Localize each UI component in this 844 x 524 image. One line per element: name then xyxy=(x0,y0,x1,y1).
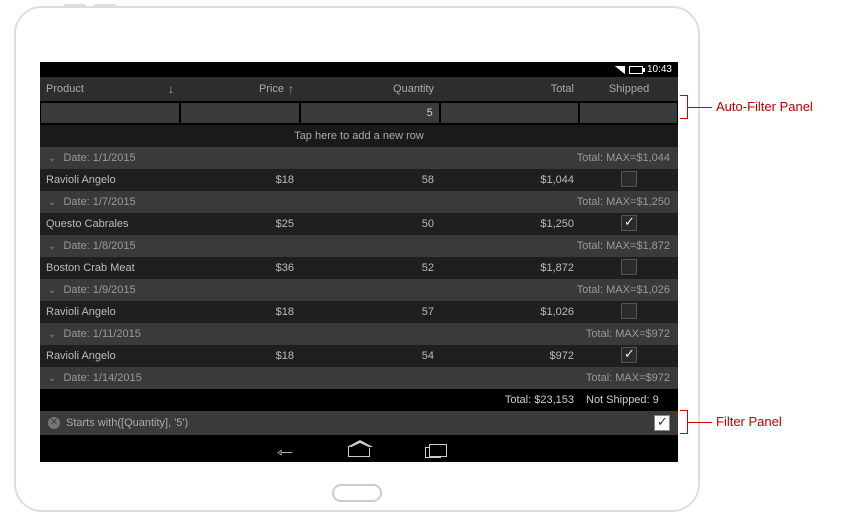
sort-asc-icon: ↑ xyxy=(288,82,294,96)
shipped-checkbox[interactable] xyxy=(621,303,637,319)
group-header[interactable]: ⌄ Date: 1/11/2015Total: MAX=$972 xyxy=(40,323,678,345)
filter-price[interactable] xyxy=(181,103,299,123)
chevron-down-icon: ⌄ xyxy=(48,241,56,252)
summary-notshipped: Not Shipped: 9 xyxy=(580,394,678,406)
filter-panel: ✕ Starts with([Quantity], '5') xyxy=(40,411,678,435)
filter-total[interactable] xyxy=(441,103,579,123)
cell-total: $972 xyxy=(440,350,580,362)
cell-total: $1,250 xyxy=(440,218,580,230)
cell-quantity: 57 xyxy=(300,306,440,318)
tablet-frame: 10:43 Product ↓ Price ↑ Quantity Total S… xyxy=(14,6,700,512)
table-row[interactable]: Questo Cabrales$2550$1,250 xyxy=(40,213,678,235)
group-header[interactable]: ⌄ Date: 1/1/2015Total: MAX=$1,044 xyxy=(40,147,678,169)
cell-quantity: 50 xyxy=(300,218,440,230)
chevron-down-icon: ⌄ xyxy=(48,329,56,340)
group-header[interactable]: ⌄ Date: 1/14/2015Total: MAX=$972 xyxy=(40,367,678,389)
filter-quantity[interactable]: 5 xyxy=(301,103,439,123)
cell-product: Boston Crab Meat xyxy=(40,262,180,274)
cell-price: $18 xyxy=(180,306,300,318)
filter-clear-icon[interactable]: ✕ xyxy=(48,417,60,429)
nav-home-icon[interactable] xyxy=(347,446,371,458)
nav-recent-icon[interactable] xyxy=(421,446,445,458)
summary-total: Total: $23,153 xyxy=(440,394,580,406)
cell-product: Ravioli Angelo xyxy=(40,350,180,362)
sort-desc-icon: ↓ xyxy=(168,82,174,96)
cell-price: $36 xyxy=(180,262,300,274)
android-nav-bar: ⇽ xyxy=(40,442,678,462)
cell-shipped xyxy=(580,303,678,322)
table-row[interactable]: Ravioli Angelo$1857$1,026 xyxy=(40,301,678,323)
table-row[interactable]: Ravioli Angelo$1858$1,044 xyxy=(40,169,678,191)
battery-icon xyxy=(629,66,643,74)
cell-shipped xyxy=(580,171,678,190)
add-new-row[interactable]: Tap here to add a new row xyxy=(40,125,678,147)
cell-shipped xyxy=(580,347,678,366)
cell-product: Ravioli Angelo xyxy=(40,174,180,186)
table-row[interactable]: Boston Crab Meat$3652$1,872 xyxy=(40,257,678,279)
shipped-checkbox[interactable] xyxy=(621,171,637,187)
cell-price: $18 xyxy=(180,350,300,362)
column-header-shipped[interactable]: Shipped xyxy=(580,83,678,95)
home-button[interactable] xyxy=(332,484,382,502)
cell-price: $25 xyxy=(180,218,300,230)
app-screen: 10:43 Product ↓ Price ↑ Quantity Total S… xyxy=(40,62,678,462)
auto-filter-row: 5 xyxy=(40,101,678,125)
status-bar: 10:43 xyxy=(40,62,678,77)
table-row[interactable]: Ravioli Angelo$1854$972 xyxy=(40,345,678,367)
filter-enabled-checkbox[interactable] xyxy=(654,415,670,431)
status-time: 10:43 xyxy=(647,64,672,75)
cell-shipped xyxy=(580,215,678,234)
cell-shipped xyxy=(580,259,678,278)
chevron-down-icon: ⌄ xyxy=(48,197,56,208)
cell-quantity: 54 xyxy=(300,350,440,362)
filter-shipped[interactable] xyxy=(580,103,677,123)
group-header[interactable]: ⌄ Date: 1/7/2015Total: MAX=$1,250 xyxy=(40,191,678,213)
shipped-checkbox[interactable] xyxy=(621,347,637,363)
grid-header: Product ↓ Price ↑ Quantity Total Shipped xyxy=(40,77,678,101)
filter-expression[interactable]: Starts with([Quantity], '5') xyxy=(66,417,188,429)
filter-product[interactable] xyxy=(41,103,179,123)
nav-back-icon[interactable]: ⇽ xyxy=(268,446,302,458)
signal-icon xyxy=(615,66,625,74)
shipped-checkbox[interactable] xyxy=(621,259,637,275)
chevron-down-icon: ⌄ xyxy=(48,153,56,164)
summary-row: Total: $23,153 Not Shipped: 9 xyxy=(40,389,678,411)
column-header-price[interactable]: Price ↑ xyxy=(180,82,300,96)
cell-total: $1,026 xyxy=(440,306,580,318)
cell-product: Ravioli Angelo xyxy=(40,306,180,318)
group-header[interactable]: ⌄ Date: 1/9/2015Total: MAX=$1,026 xyxy=(40,279,678,301)
column-header-product[interactable]: Product ↓ xyxy=(40,82,180,96)
cell-quantity: 52 xyxy=(300,262,440,274)
cell-total: $1,872 xyxy=(440,262,580,274)
chevron-down-icon: ⌄ xyxy=(48,373,56,384)
group-header[interactable]: ⌄ Date: 1/8/2015Total: MAX=$1,872 xyxy=(40,235,678,257)
shipped-checkbox[interactable] xyxy=(621,215,637,231)
cell-quantity: 58 xyxy=(300,174,440,186)
chevron-down-icon: ⌄ xyxy=(48,285,56,296)
column-header-total[interactable]: Total xyxy=(440,83,580,95)
cell-total: $1,044 xyxy=(440,174,580,186)
column-header-quantity[interactable]: Quantity xyxy=(300,83,440,95)
cell-product: Questo Cabrales xyxy=(40,218,180,230)
cell-price: $18 xyxy=(180,174,300,186)
